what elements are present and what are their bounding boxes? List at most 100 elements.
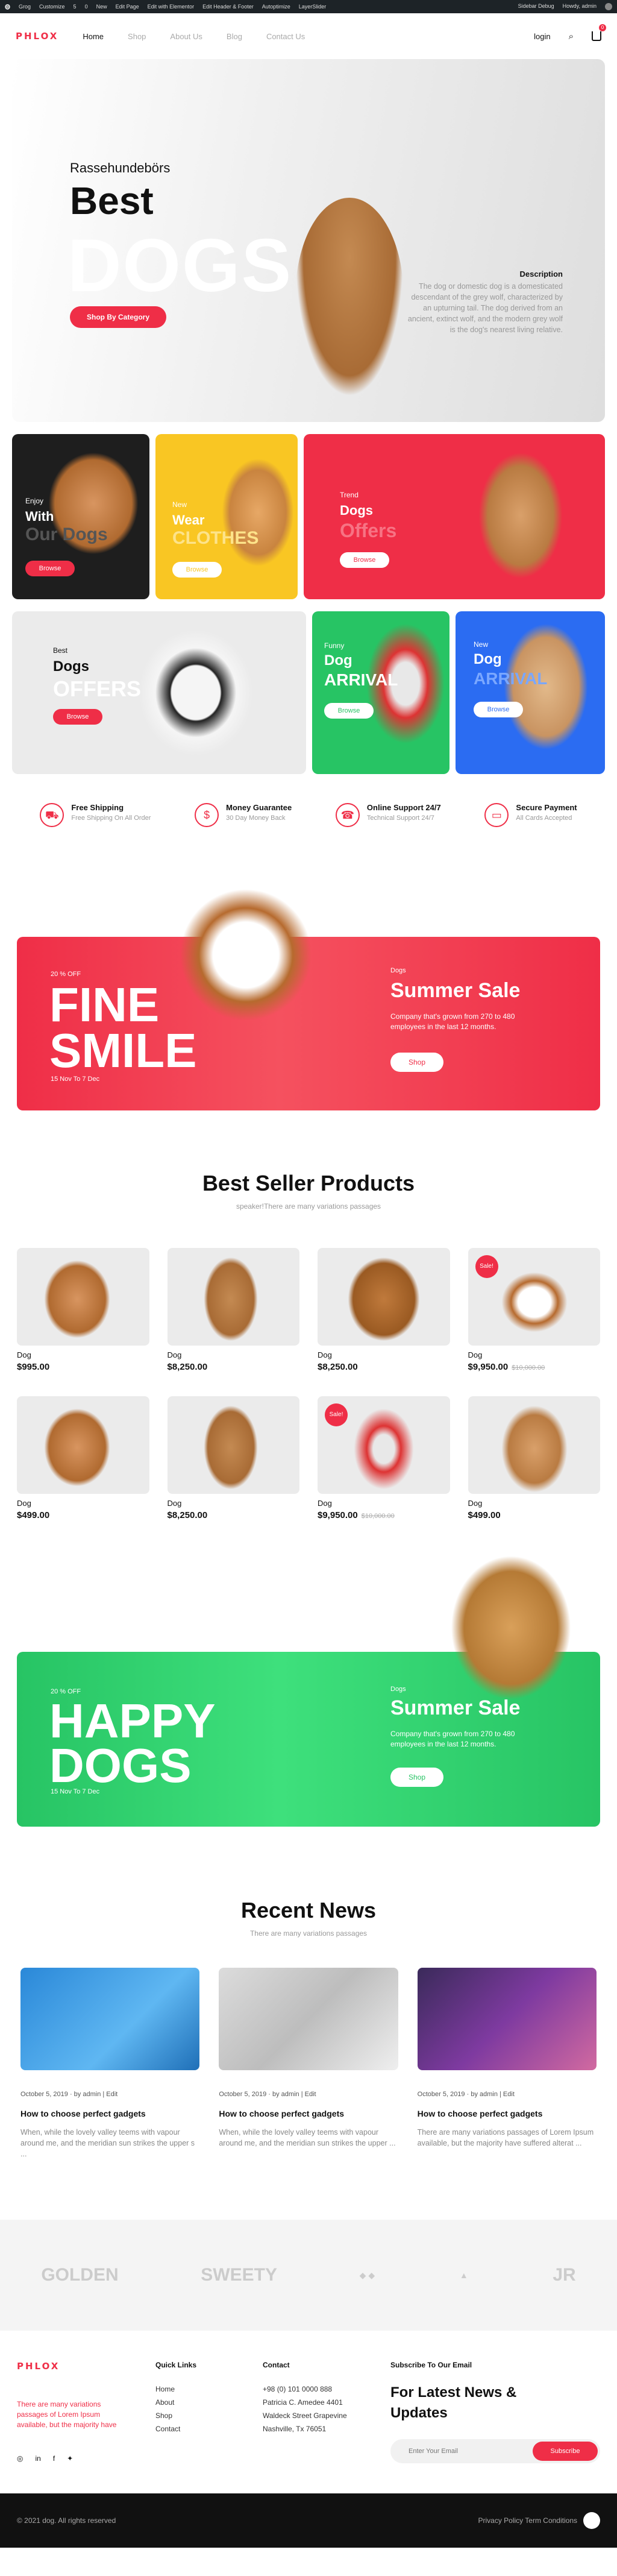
- product-price: $995.00: [17, 1362, 50, 1372]
- twitter-icon[interactable]: ✦: [67, 2454, 73, 2463]
- product-image[interactable]: [17, 1396, 149, 1494]
- footer-link-contact[interactable]: Contact: [155, 2422, 263, 2436]
- product-price: $499.00: [468, 1510, 501, 1520]
- promo-card-clothes[interactable]: New Wear CLOTHES Browse: [155, 434, 298, 599]
- product-card[interactable]: Dog $499.00: [17, 1396, 149, 1520]
- nav-shop[interactable]: Shop: [128, 32, 146, 41]
- brand-sweety: SWEETY: [201, 2265, 277, 2285]
- feature-item: ☎ Online Support 24/7 Technical Support 24…: [335, 803, 441, 839]
- product-card[interactable]: Sale! Dog $9,950.00 $10,000.00: [318, 1396, 450, 1520]
- product-name[interactable]: Dog: [318, 1499, 450, 1508]
- product-name[interactable]: Dog: [168, 1499, 300, 1508]
- browse-button[interactable]: Browse: [340, 552, 389, 568]
- product-card[interactable]: Dog $499.00: [468, 1396, 601, 1520]
- news-title[interactable]: How to choose perfect gadgets: [219, 2109, 398, 2118]
- news-title[interactable]: How to choose perfect gadgets: [20, 2109, 199, 2118]
- product-name[interactable]: Dog: [17, 1499, 149, 1508]
- product-name[interactable]: Dog: [468, 1350, 601, 1359]
- product-image[interactable]: [167, 1248, 299, 1346]
- sale-word-2: SMILE: [49, 1024, 197, 1077]
- nav-blog[interactable]: Blog: [227, 32, 242, 41]
- product-card[interactable]: Dog $8,250.00: [318, 1248, 450, 1372]
- subscribe-title: Subscribe To Our Email: [390, 2361, 472, 2369]
- promo-card-new-dog[interactable]: New Dog ARRIVAL Browse: [456, 611, 605, 774]
- howdy-admin[interactable]: Howdy, admin: [563, 3, 597, 10]
- browse-button[interactable]: Browse: [25, 561, 75, 576]
- product-image[interactable]: Sale!: [468, 1248, 600, 1346]
- news-image[interactable]: [20, 1968, 200, 2070]
- browse-button[interactable]: Browse: [324, 703, 374, 719]
- browse-button[interactable]: Browse: [474, 702, 523, 717]
- avatar[interactable]: [605, 3, 612, 10]
- product-card[interactable]: Dog $8,250.00: [167, 1396, 300, 1520]
- wp-logo-icon[interactable]: ⓿: [5, 3, 10, 11]
- news-image[interactable]: [417, 1968, 597, 2070]
- product-card[interactable]: Dog $8,250.00: [167, 1248, 300, 1372]
- shop-button[interactable]: Shop: [390, 1053, 443, 1072]
- footer-logo[interactable]: PHLOX: [17, 2361, 155, 2372]
- product-image[interactable]: Sale!: [318, 1396, 450, 1494]
- admin-bar-item[interactable]: Edit with Elementor: [148, 4, 195, 10]
- product-name[interactable]: Dog: [17, 1350, 149, 1359]
- product-name[interactable]: Dog: [168, 1350, 300, 1359]
- admin-bar-item[interactable]: Edit Header & Footer: [202, 4, 254, 10]
- browse-button[interactable]: Browse: [172, 562, 222, 578]
- footer-link-home[interactable]: Home: [155, 2382, 263, 2396]
- product-card[interactable]: Dog $995.00: [17, 1248, 149, 1372]
- sidebar-debug[interactable]: Sidebar Debug: [518, 3, 554, 10]
- product-image[interactable]: [318, 1248, 450, 1346]
- news-image[interactable]: [219, 1968, 398, 2070]
- sale-small: Dogs: [390, 967, 406, 974]
- shop-button[interactable]: Shop: [390, 1768, 443, 1787]
- contact-phone: +98 (0) 101 0000 888: [263, 2385, 333, 2393]
- promo-card-offers[interactable]: Trend Dogs Offers Browse: [304, 434, 605, 599]
- email-input[interactable]: [390, 2439, 511, 2463]
- cart-icon[interactable]: 0: [592, 24, 606, 41]
- promo-outline: Offers: [340, 520, 397, 541]
- product-card[interactable]: Sale! Dog $9,950.00 $10,000.00: [468, 1248, 601, 1372]
- promo-card-funny-dog[interactable]: Funny Dog ARRIVAL Browse: [312, 611, 449, 774]
- login-link[interactable]: login: [534, 32, 550, 41]
- footer-link-about[interactable]: About: [155, 2396, 263, 2409]
- sale-title: Summer Sale: [390, 1696, 521, 1719]
- facebook-icon[interactable]: f: [53, 2454, 55, 2463]
- nav-home[interactable]: Home: [83, 32, 104, 41]
- linkedin-icon[interactable]: in: [35, 2454, 40, 2463]
- legal-links[interactable]: Privacy Policy Term Conditions: [478, 2516, 577, 2525]
- promo-card-best-dogs[interactable]: Best Dogs OFFERS Browse: [12, 611, 306, 774]
- product-name[interactable]: Dog: [318, 1350, 450, 1359]
- product-name[interactable]: Dog: [468, 1499, 601, 1508]
- scroll-top-button[interactable]: [583, 2512, 600, 2529]
- admin-bar-item[interactable]: 5: [74, 4, 77, 10]
- promo-card-dogs[interactable]: Enjoy With Our Dogs Browse: [12, 434, 149, 599]
- admin-bar-item[interactable]: Customize: [39, 4, 65, 10]
- admin-bar-item[interactable]: Grog: [19, 4, 31, 10]
- quick-links-title: Quick Links: [155, 2361, 197, 2369]
- product-image[interactable]: [468, 1396, 600, 1494]
- admin-bar-item[interactable]: New: [96, 4, 107, 10]
- admin-bar-item[interactable]: 0: [85, 4, 88, 10]
- admin-bar-item[interactable]: Autoptimize: [262, 4, 290, 10]
- admin-bar-item[interactable]: LayerSlider: [299, 4, 327, 10]
- promo-big: Dog: [324, 652, 352, 669]
- news-grid: October 5, 2019 · by admin | Edit How to…: [20, 1968, 597, 2159]
- contact-address-1: Patricia C. Amedee 4401: [263, 2398, 343, 2407]
- summer-sale-banner-2: 20 % OFF HAPPY DOGS 15 Nov To 7 Dec Dogs…: [17, 1555, 600, 1827]
- browse-button[interactable]: Browse: [53, 709, 102, 725]
- feature-sub: Free Shipping On All Order: [71, 814, 151, 822]
- site-footer: PHLOX There are many variations passages…: [0, 2331, 617, 2493]
- news-title[interactable]: How to choose perfect gadgets: [418, 2109, 597, 2118]
- main-nav: Home Shop About Us Blog Contact Us: [83, 32, 305, 41]
- product-price: $9,950.00 $10,000.00: [318, 1510, 395, 1520]
- footer-link-shop[interactable]: Shop: [155, 2409, 263, 2422]
- nav-about[interactable]: About Us: [170, 32, 202, 41]
- product-image[interactable]: [17, 1248, 149, 1346]
- subscribe-button[interactable]: Subscribe: [533, 2442, 598, 2461]
- nav-contact[interactable]: Contact Us: [266, 32, 305, 41]
- shop-by-category-button[interactable]: Shop By Category: [70, 306, 166, 328]
- product-image[interactable]: [167, 1396, 299, 1494]
- admin-bar-item[interactable]: Edit Page: [116, 4, 139, 10]
- search-icon[interactable]: ⌕: [569, 31, 574, 42]
- logo[interactable]: PHLOX: [16, 31, 58, 42]
- instagram-icon[interactable]: ◎: [17, 2454, 23, 2463]
